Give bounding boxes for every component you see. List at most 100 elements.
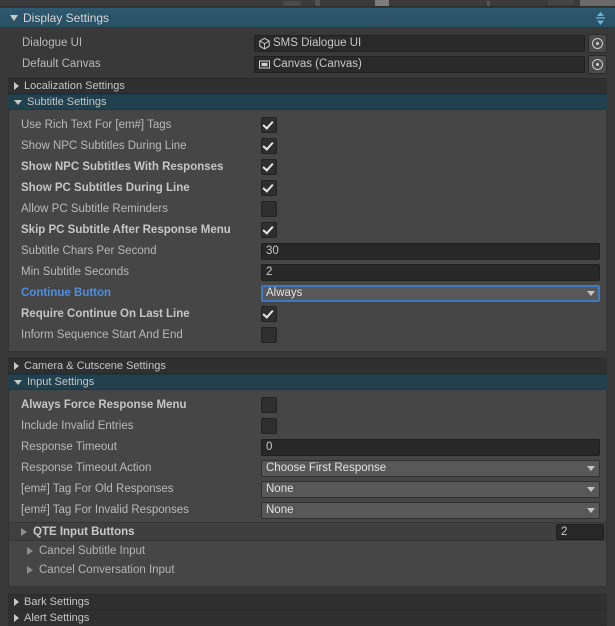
property-row: Show NPC Subtitles During Line	[15, 137, 600, 155]
inform-sequence-start-and-end-checkbox[interactable]	[261, 327, 277, 343]
dialogue-ui-object-field[interactable]: SMS Dialogue UI	[254, 34, 585, 52]
property-row: Continue Button Always	[15, 284, 600, 302]
show-npc-subtitles-during-line-checkbox[interactable]	[261, 138, 277, 154]
min-subtitle-seconds-input[interactable]: 2	[261, 263, 600, 281]
clipped-widget	[375, 0, 389, 6]
updown-arrows-icon[interactable]	[595, 12, 606, 25]
dialogue-ui-object-picker[interactable]	[588, 33, 607, 53]
unity-inspector-panel: Display Settings Dialogue UI SMS Dialogu…	[0, 0, 615, 626]
property-label: Min Subtitle Seconds	[21, 266, 130, 278]
em-tag-old-responses-dropdown[interactable]: None	[261, 480, 600, 498]
property-label: Show NPC Subtitles During Line	[21, 140, 187, 152]
default-canvas-object-picker[interactable]	[588, 54, 607, 74]
response-timeout-action-value: Choose First Response	[266, 462, 387, 474]
show-pc-subtitles-during-line-checkbox[interactable]	[261, 180, 277, 196]
property-label: [em#] Tag For Invalid Responses	[21, 504, 189, 516]
chevron-down-icon	[587, 507, 595, 513]
property-row: Show PC Subtitles During Line	[15, 179, 600, 197]
property-label: Allow PC Subtitle Reminders	[21, 203, 169, 215]
display-settings-title: Display Settings	[23, 10, 110, 25]
chevron-right-icon	[14, 362, 19, 370]
clipped-widget	[548, 0, 574, 5]
section-header-alert-settings[interactable]: Alert Settings	[8, 610, 607, 626]
property-row: Min Subtitle Seconds 2	[15, 263, 600, 281]
em-tag-old-responses-value: None	[266, 483, 294, 495]
property-label: Use Rich Text For [em#] Tags	[21, 119, 172, 131]
chevron-right-icon	[14, 598, 19, 606]
dialogue-ui-value: SMS Dialogue UI	[273, 37, 362, 49]
include-invalid-entries-checkbox[interactable]	[261, 418, 277, 434]
clipped-widget	[487, 1, 490, 6]
qte-input-buttons-foldout[interactable]: QTE Input Buttons 2	[9, 522, 606, 541]
clipped-toolbar-strip	[0, 0, 615, 7]
chevron-right-icon	[21, 527, 27, 536]
property-label: Response Timeout	[21, 441, 117, 453]
default-canvas-row: Default Canvas Canvas (Canvas)	[8, 54, 607, 74]
chevron-down-icon	[14, 379, 22, 385]
display-settings-header[interactable]: Display Settings	[0, 7, 615, 28]
continue-button-value: Always	[266, 287, 303, 299]
section-header-localization-settings[interactable]: Localization Settings	[8, 78, 607, 94]
response-timeout-input[interactable]: 0	[261, 438, 600, 456]
section-header-bark-settings[interactable]: Bark Settings	[8, 594, 607, 610]
property-row: Include Invalid Entries	[15, 417, 600, 435]
prefab-cube-icon	[258, 37, 271, 50]
skip-pc-subtitle-after-response-menu-checkbox[interactable]	[261, 222, 277, 238]
input-settings-content: Always Force Response Menu Include Inval…	[8, 390, 607, 587]
property-label: Show PC Subtitles During Line	[21, 182, 190, 194]
property-row: Response Timeout Action Choose First Res…	[15, 459, 600, 477]
subtitle-settings-content: Use Rich Text For [em#] Tags Show NPC Su…	[8, 110, 607, 352]
property-row: Allow PC Subtitle Reminders	[15, 200, 600, 218]
subtitle-chars-per-second-input[interactable]: 30	[261, 242, 600, 260]
use-rich-text-checkbox[interactable]	[261, 117, 277, 133]
property-label: [em#] Tag For Old Responses	[21, 483, 174, 495]
property-label: Require Continue On Last Line	[21, 308, 190, 320]
chevron-down-icon	[587, 465, 595, 471]
show-npc-subtitles-with-responses-checkbox[interactable]	[261, 159, 277, 175]
require-continue-on-last-line-checkbox[interactable]	[261, 306, 277, 322]
continue-button-dropdown[interactable]: Always	[261, 284, 600, 302]
cancel-conversation-input-label: Cancel Conversation Input	[39, 563, 175, 576]
section-header-subtitle-settings[interactable]: Subtitle Settings	[8, 94, 607, 110]
object-field-group: Dialogue UI SMS Dialogue UI Default Canv…	[0, 28, 615, 78]
allow-pc-subtitle-reminders-checkbox[interactable]	[261, 201, 277, 217]
property-label: Inform Sequence Start And End	[21, 329, 183, 341]
cancel-subtitle-input-label: Cancel Subtitle Input	[39, 544, 146, 557]
always-force-response-menu-checkbox[interactable]	[261, 397, 277, 413]
dialogue-ui-row: Dialogue UI SMS Dialogue UI	[8, 33, 607, 53]
qte-input-buttons-size-input[interactable]: 2	[556, 523, 604, 540]
cancel-conversation-input-foldout[interactable]: Cancel Conversation Input	[15, 560, 600, 579]
section-header-input-settings[interactable]: Input Settings	[8, 374, 607, 390]
clipped-widget	[283, 1, 301, 6]
response-timeout-action-dropdown[interactable]: Choose First Response	[261, 459, 600, 477]
property-row: [em#] Tag For Old Responses None	[15, 480, 600, 498]
property-label: Subtitle Chars Per Second	[21, 245, 157, 257]
em-tag-invalid-responses-dropdown[interactable]: None	[261, 501, 600, 519]
property-row: Show NPC Subtitles With Responses	[15, 158, 600, 176]
bottom-section-headers: Bark Settings Alert Settings	[0, 594, 615, 626]
property-label: Response Timeout Action	[21, 462, 152, 474]
em-tag-invalid-responses-value: None	[266, 504, 294, 516]
chevron-right-icon	[14, 613, 19, 622]
cancel-subtitle-input-foldout[interactable]: Cancel Subtitle Input	[15, 541, 600, 560]
chevron-down-icon	[587, 290, 595, 296]
section-label: Alert Settings	[24, 611, 90, 624]
section-label: Camera & Cutscene Settings	[24, 360, 166, 372]
clipped-widget	[580, 0, 615, 6]
chevron-down-icon	[14, 99, 22, 105]
section-label: Subtitle Settings	[27, 96, 107, 108]
property-label: Skip PC Subtitle After Response Menu	[21, 224, 231, 236]
canvas-rect-icon	[258, 58, 271, 71]
section-header-camera-cutscene-settings[interactable]: Camera & Cutscene Settings	[8, 358, 607, 374]
property-row: Use Rich Text For [em#] Tags	[15, 116, 600, 134]
property-row: Inform Sequence Start And End	[15, 326, 600, 344]
section-label: Bark Settings	[24, 596, 90, 608]
default-canvas-value: Canvas (Canvas)	[273, 58, 362, 70]
property-row: Require Continue On Last Line	[15, 305, 600, 323]
section-label: Input Settings	[27, 376, 95, 388]
default-canvas-object-field[interactable]: Canvas (Canvas)	[254, 55, 585, 73]
default-canvas-label: Default Canvas	[22, 58, 101, 70]
chevron-right-icon	[14, 82, 19, 90]
qte-input-buttons-label: QTE Input Buttons	[33, 525, 135, 538]
chevron-right-icon	[27, 565, 33, 574]
